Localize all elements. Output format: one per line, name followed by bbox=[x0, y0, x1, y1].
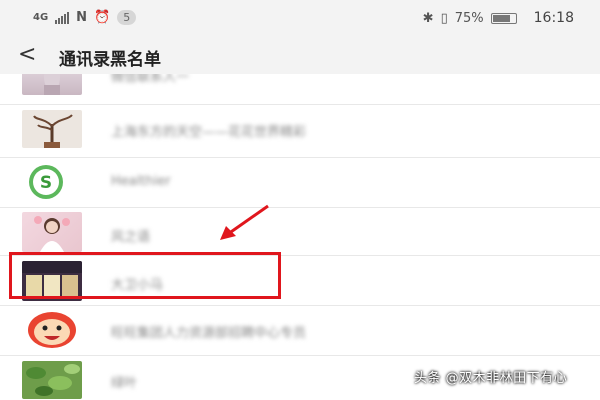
status-bar: 4G N ⏰ 5 ✱ ▯ 75% 16:18 bbox=[0, 0, 600, 36]
list-item[interactable]: 风之语 bbox=[0, 208, 600, 256]
alarm-icon: ⏰ bbox=[94, 10, 111, 25]
cartoon-boy-face-icon bbox=[22, 310, 82, 348]
contact-name: 绿叶 bbox=[111, 376, 138, 391]
contact-name: Healthier bbox=[111, 174, 171, 189]
battery-percent: 75% bbox=[454, 10, 484, 26]
vibrate-icon: ▯ bbox=[440, 10, 448, 26]
network-type: 4G bbox=[33, 12, 49, 23]
title-bar: < 通讯录黑名单 bbox=[0, 36, 600, 74]
bonsai-tree-icon bbox=[22, 110, 82, 148]
green-s-logo-icon: S bbox=[22, 163, 82, 201]
notification-badge: 5 bbox=[117, 10, 137, 25]
clock: 16:18 bbox=[533, 10, 574, 26]
girl-bouquet-icon bbox=[22, 212, 82, 252]
bluetooth-icon: ✱ bbox=[422, 10, 434, 26]
highlight-box bbox=[9, 252, 281, 299]
nfc-icon: N bbox=[76, 10, 88, 25]
red-arrow-icon bbox=[220, 204, 269, 240]
signal-icon bbox=[55, 11, 70, 24]
page-title: 通讯录黑名单 bbox=[59, 50, 161, 70]
battery-icon bbox=[490, 12, 517, 24]
contact-name: 微信联系人一 bbox=[111, 74, 190, 85]
watermark: 头条 @双木非林田下有心 bbox=[414, 371, 568, 386]
back-arrow-icon[interactable]: < bbox=[18, 42, 36, 67]
list-item[interactable]: 旺旺集团人力资源部招聘中心专员 bbox=[0, 306, 600, 354]
contact-name: 旺旺集团人力资源部招聘中心专员 bbox=[111, 326, 307, 341]
photo-woman-icon bbox=[22, 74, 82, 95]
svg-text:S: S bbox=[40, 173, 52, 193]
contact-name: 上海东方的天空——花花世界精彩 bbox=[111, 125, 307, 140]
list-item[interactable]: 上海东方的天空——花花世界精彩 bbox=[0, 105, 600, 153]
list-item[interactable]: S Healthier bbox=[0, 158, 600, 206]
list-item[interactable]: 微信联系人一 bbox=[0, 74, 600, 100]
contact-name: 风之语 bbox=[111, 230, 151, 245]
blacklist-contact-list[interactable]: 微信联系人一 上海东方的天空——花花世界精彩 S Healthier 风之语 大… bbox=[0, 74, 600, 400]
green-leaves-icon bbox=[22, 361, 82, 399]
